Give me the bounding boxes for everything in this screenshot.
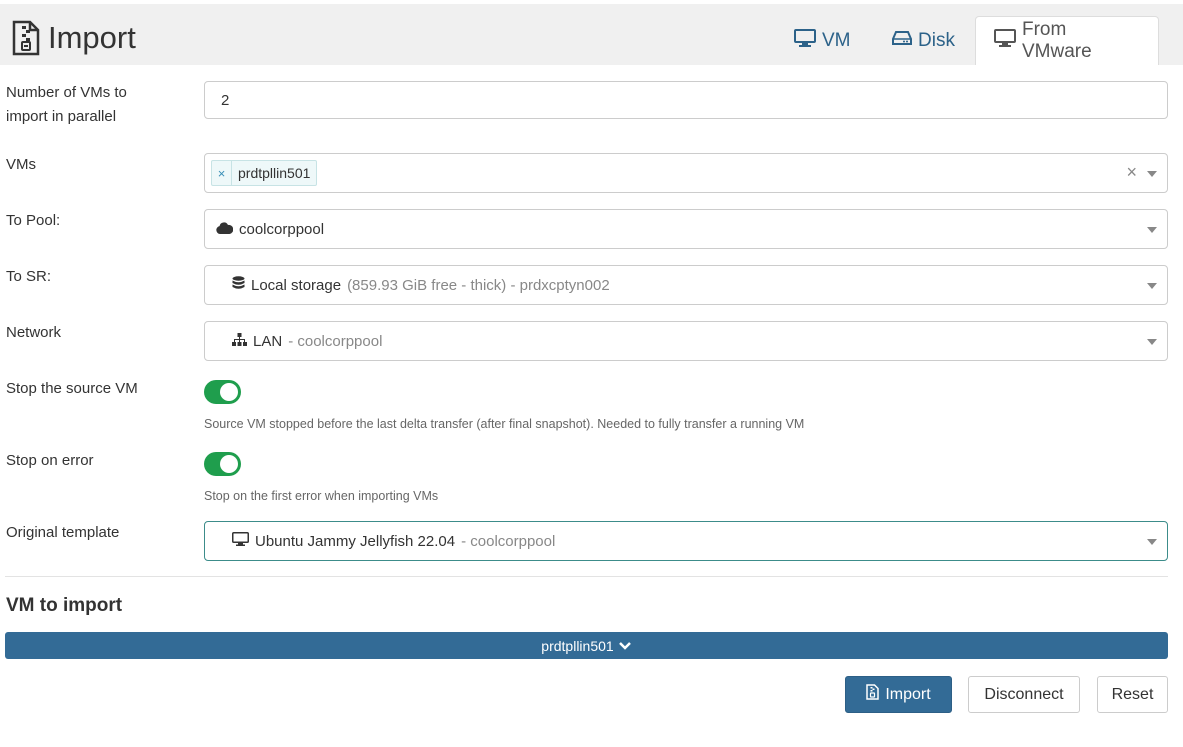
template-name: Ubuntu Jammy Jellyfish 22.04 <box>255 532 456 550</box>
chevron-down-icon[interactable] <box>1147 171 1157 177</box>
template-value: Ubuntu Jammy Jellyfish 22.04 - coolcorpp… <box>205 532 555 550</box>
sr-label: To SR: <box>6 268 52 285</box>
stop-source-toggle[interactable] <box>204 380 241 404</box>
sitemap-icon <box>232 332 247 350</box>
parallel-label: Number of VMs to import in parallel <box>6 81 127 129</box>
reset-button-label: Reset <box>1111 685 1154 703</box>
template-label: Original template <box>6 524 120 541</box>
pool-name: coolcorppool <box>239 220 325 238</box>
import-tabs: VM Disk From VMware <box>0 4 1183 65</box>
cloud-icon <box>216 221 234 238</box>
network-value: LAN - coolcorppool <box>205 332 383 350</box>
disconnect-button-label: Disconnect <box>984 685 1064 703</box>
chevron-down-icon[interactable] <box>1147 227 1157 233</box>
pool-select[interactable]: coolcorppool <box>204 209 1168 249</box>
sr-name: Local storage <box>251 276 342 294</box>
network-label: Network <box>6 324 62 341</box>
vm-expand-bar[interactable]: prdtpllin501 <box>5 632 1168 659</box>
tab-disk[interactable]: Disk <box>892 16 955 65</box>
stop-on-error-help: Stop on the first error when importing V… <box>204 489 439 503</box>
parallel-label-line1: Number of VMs to <box>6 84 127 101</box>
sr-value: Local storage (859.93 GiB free - thick) … <box>205 275 610 295</box>
tag-remove-button[interactable]: × <box>212 161 232 185</box>
chevron-down-icon[interactable] <box>1147 539 1157 545</box>
sr-detail: (859.93 GiB free - thick) - prdxcptyn002 <box>347 276 610 294</box>
hdd-icon <box>892 30 912 52</box>
section-divider <box>5 576 1168 577</box>
network-select[interactable]: LAN - coolcorppool <box>204 321 1168 361</box>
network-name: LAN <box>253 332 283 350</box>
chevron-down-icon <box>618 638 632 654</box>
network-detail: - coolcorppool <box>288 332 383 350</box>
template-detail: - coolcorppool <box>461 532 556 550</box>
toggle-knob <box>220 383 238 401</box>
tab-from-vmware[interactable]: From VMware <box>975 16 1159 65</box>
template-select[interactable]: Ubuntu Jammy Jellyfish 22.04 - coolcorpp… <box>204 521 1168 561</box>
pool-label: To Pool: <box>6 212 61 229</box>
vm-expand-label: prdtpllin501 <box>541 637 614 654</box>
vms-label: VMs <box>6 156 36 173</box>
import-button-label: Import <box>885 685 931 703</box>
vm-tag-label: prdtpllin501 <box>238 165 311 181</box>
parallel-count-value: 2 <box>221 91 230 109</box>
database-icon <box>232 275 245 295</box>
stop-on-error-label: Stop on error <box>6 452 94 469</box>
page-header: Import VM Disk From VMware <box>0 4 1183 65</box>
reset-button[interactable]: Reset <box>1097 676 1168 713</box>
desktop-icon <box>232 532 249 550</box>
stop-on-error-toggle[interactable] <box>204 452 241 476</box>
disconnect-button[interactable]: Disconnect <box>968 676 1080 713</box>
vm-to-import-heading: VM to import <box>6 595 123 616</box>
vms-select[interactable]: × prdtpllin501 × <box>204 153 1168 193</box>
tab-vm[interactable]: VM <box>794 16 851 65</box>
stop-source-help: Source VM stopped before the last delta … <box>204 417 805 431</box>
stop-source-label: Stop the source VM <box>6 380 138 397</box>
tab-from-vmware-label: From VMware <box>1022 19 1092 62</box>
chevron-down-icon[interactable] <box>1147 339 1157 345</box>
tab-vm-label: VM <box>822 29 851 51</box>
parallel-count-input[interactable]: 2 <box>204 81 1168 119</box>
parallel-label-line2: import in parallel <box>6 108 117 125</box>
desktop-icon <box>994 29 1016 53</box>
pool-value: coolcorppool <box>205 221 324 238</box>
tab-disk-label: Disk <box>918 29 955 51</box>
desktop-icon <box>794 28 816 53</box>
file-import-icon <box>866 684 880 705</box>
toggle-knob <box>220 455 238 473</box>
clear-selection-button[interactable]: × <box>1126 162 1137 183</box>
import-button[interactable]: Import <box>845 676 952 713</box>
vm-tag: × prdtpllin501 <box>211 160 318 186</box>
chevron-down-icon[interactable] <box>1147 283 1157 289</box>
sr-select[interactable]: Local storage (859.93 GiB free - thick) … <box>204 265 1168 305</box>
